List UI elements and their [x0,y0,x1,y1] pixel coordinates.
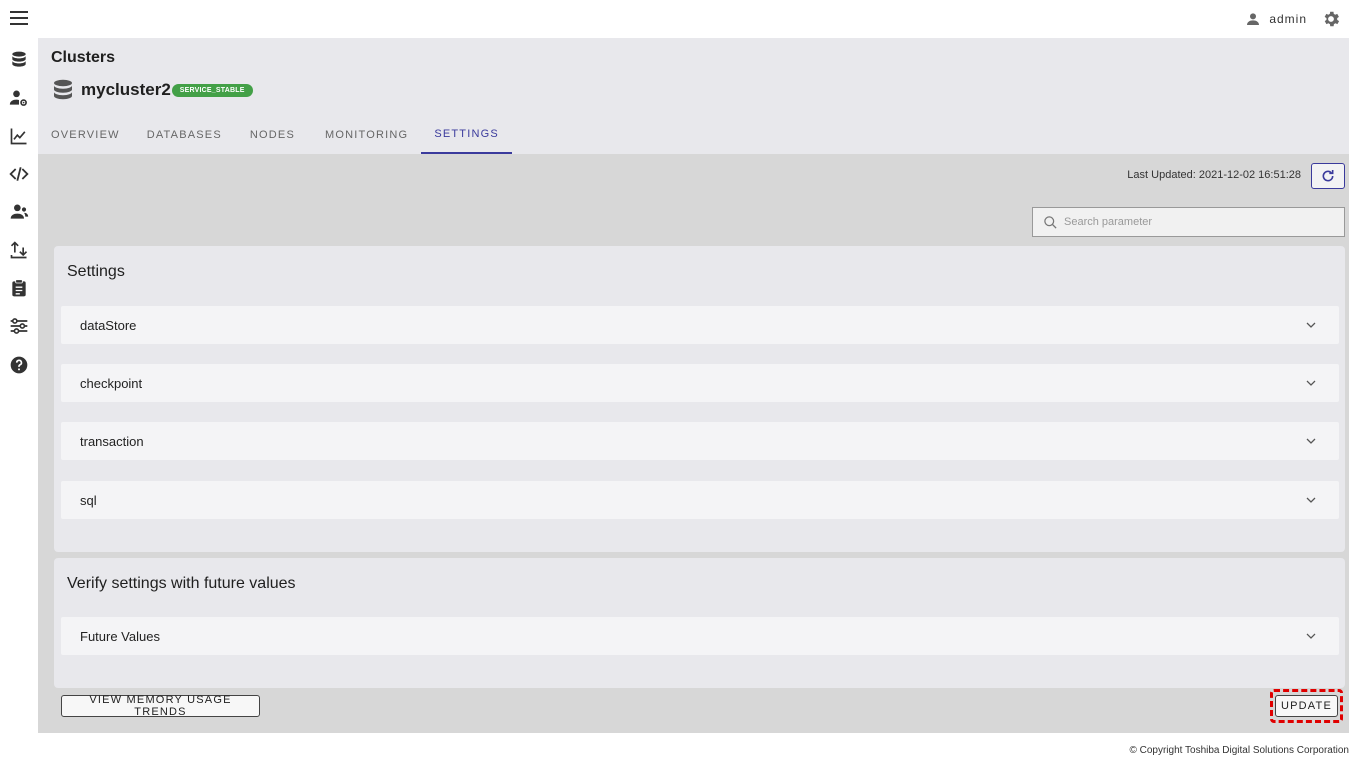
sidebar-item-help[interactable] [8,354,30,376]
cluster-title-row: mycluster2 SERVICE_STABLE [51,78,253,102]
settings-card-title: Settings [67,263,125,280]
cluster-name: mycluster2 [81,80,171,99]
gear-icon[interactable] [1321,9,1341,29]
update-button[interactable]: UPDATE [1275,695,1338,717]
user-area: admin [1245,9,1341,29]
chevron-down-icon [1306,322,1316,328]
sidebar-item-import-export[interactable] [8,239,30,261]
search-field[interactable] [1032,207,1345,237]
copyright-footer: © Copyright Toshiba Digital Solutions Co… [1129,745,1349,756]
search-input[interactable] [1064,216,1324,228]
view-memory-usage-trends-button[interactable]: VIEW MEMORY USAGE TRENDS [61,694,260,718]
sliders-icon [10,318,28,334]
database-icon [12,51,26,67]
tab-monitoring[interactable]: MONITORING [312,116,421,154]
menu-icon[interactable] [10,11,28,27]
verify-card-title: Verify settings with future values [67,575,296,592]
accordion-label: transaction [80,433,144,449]
database-icon [54,79,72,100]
refresh-button[interactable] [1311,163,1345,189]
accordion-datastore[interactable]: dataStore [61,306,1339,344]
tab-nodes[interactable]: NODES [237,116,308,154]
accordion-sql[interactable]: sql [61,481,1339,519]
side-rail [0,38,38,733]
tab-overview[interactable]: OVERVIEW [38,116,133,154]
status-badge: SERVICE_STABLE [171,83,253,97]
search-icon [1044,215,1057,229]
users-icon [10,204,29,219]
sidebar-item-users[interactable] [8,201,30,223]
accordion-label: sql [80,492,97,508]
last-updated: Last Updated: 2021-12-02 16:51:28 [1127,169,1301,181]
sidebar-item-clusters[interactable] [8,49,30,71]
tab-settings[interactable]: SETTINGS [421,116,512,154]
settings-panel: Last Updated: 2021-12-02 16:51:28 Settin… [38,154,1349,733]
tab-bar: OVERVIEW DATABASES NODES MONITORING SETT… [38,116,512,154]
refresh-icon [1322,170,1334,182]
page-header: Clusters mycluster2 SERVICE_STABLE OVERV… [38,38,1349,154]
user-name[interactable]: admin [1269,12,1307,26]
breadcrumb[interactable]: Clusters [51,49,115,67]
accordion-label: Future Values [80,628,160,644]
user-gear-icon [9,90,27,106]
verify-card: Verify settings with future values Futur… [54,558,1345,688]
sidebar-item-logs[interactable] [8,277,30,299]
settings-card: Settings dataStore checkpoint transactio… [54,246,1345,552]
sidebar-item-monitoring[interactable] [8,125,30,147]
sidebar-item-settings[interactable] [8,315,30,337]
accordion-label: checkpoint [80,375,143,391]
sidebar-item-query[interactable] [8,163,30,185]
accordion-future-values[interactable]: Future Values [61,617,1339,655]
code-icon [9,167,29,181]
tab-databases[interactable]: DATABASES [134,116,235,154]
chevron-down-icon [1306,633,1316,639]
top-bar: admin [0,0,1349,38]
clipboard-icon [12,279,26,297]
chart-line-icon [10,128,27,145]
help-icon [10,356,28,374]
chevron-down-icon [1306,438,1316,444]
accordion-transaction[interactable]: transaction [61,422,1339,460]
upload-download-icon [10,241,28,259]
chevron-down-icon [1306,380,1316,386]
sidebar-item-user-settings[interactable] [8,87,30,109]
chevron-down-icon [1306,497,1316,503]
accordion-checkpoint[interactable]: checkpoint [61,364,1339,402]
user-icon[interactable] [1245,11,1261,27]
accordion-label: dataStore [80,317,137,333]
